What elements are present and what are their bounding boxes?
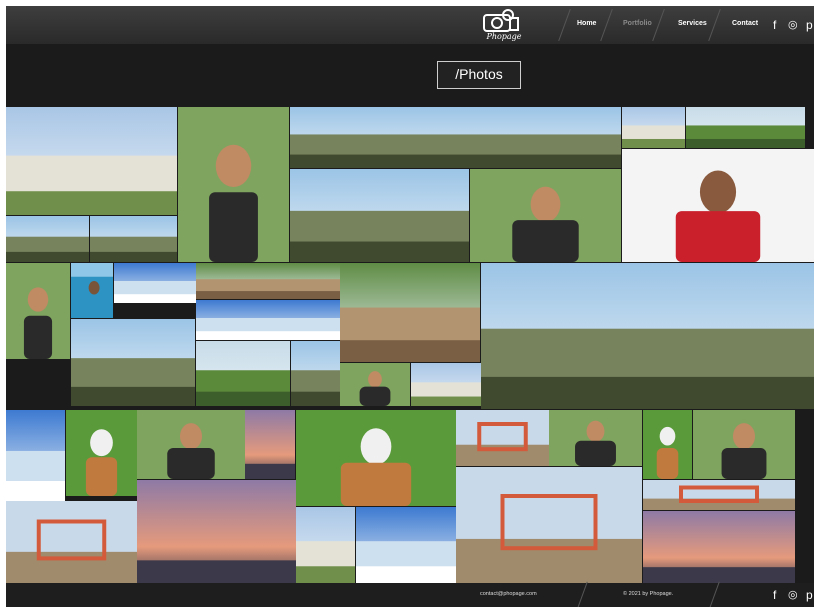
photo-girl-glasses[interactable]	[622, 149, 814, 262]
photo-resort-pool-building[interactable]	[296, 507, 355, 583]
photo-man-sun-burst[interactable]	[356, 507, 456, 583]
nav-divider	[708, 8, 721, 42]
site-footer: contact@phopage.com © 2021 by Phopage. f…	[6, 581, 814, 607]
photo-aerial-intersection[interactable]	[290, 169, 469, 262]
photo-swing-set[interactable]	[643, 480, 795, 510]
photo-aerial-shopping-plaza[interactable]	[481, 263, 814, 409]
photo-man-basketball-court[interactable]	[137, 410, 245, 479]
photo-man-pool-edge[interactable]	[71, 263, 113, 318]
footer-email[interactable]: contact@phopage.com	[480, 591, 537, 597]
photo-man-stairs[interactable]	[340, 363, 410, 406]
photo-boardwalk-large[interactable]	[340, 263, 480, 362]
photo-apartment-complex[interactable]	[6, 107, 177, 215]
photo-sunset-road[interactable]	[643, 511, 795, 583]
photo-aerial-wide-town[interactable]	[71, 319, 195, 406]
photo-bulldog-field[interactable]	[643, 410, 692, 479]
photo-bulldog-grass[interactable]	[66, 410, 137, 496]
footer-pinterest-icon[interactable]: p	[806, 588, 813, 602]
photo-sunset-neighborhood[interactable]	[245, 410, 295, 479]
photo-sky-horizon[interactable]	[196, 300, 340, 340]
page-title: /Photos	[437, 61, 521, 89]
footer-divider	[709, 581, 720, 607]
footer-facebook-icon[interactable]: f	[773, 588, 776, 602]
photo-aerial-highway-panorama[interactable]	[290, 107, 621, 168]
photo-collage	[6, 107, 814, 583]
photo-aerial-curved-road[interactable]	[686, 107, 805, 148]
photo-cloudy-sky[interactable]	[6, 410, 65, 501]
photo-park-playground[interactable]	[6, 501, 137, 583]
nav-services[interactable]: Services	[678, 20, 707, 27]
site-header: Phopage Home Portfolio Services Contact …	[6, 6, 814, 44]
photo-boardwalk-tropical[interactable]	[196, 263, 340, 299]
photo-blue-sky-clouds[interactable]	[114, 263, 196, 303]
photo-man-basketball-sitting[interactable]	[6, 263, 70, 359]
page-frame: Phopage Home Portfolio Services Contact …	[6, 6, 814, 607]
photo-aerial-city-small[interactable]	[90, 216, 177, 262]
photo-playground-sculpture[interactable]	[456, 410, 549, 466]
logo-text: Phopage	[486, 32, 522, 41]
instagram-icon[interactable]: ◎	[788, 18, 798, 31]
photo-sunset-houses[interactable]	[137, 480, 296, 583]
pinterest-icon[interactable]: p	[806, 18, 813, 32]
photo-playground-blue-roof[interactable]	[456, 467, 642, 583]
facebook-icon[interactable]: f	[773, 18, 776, 32]
photo-dog-grass-small[interactable]	[296, 410, 456, 506]
photo-man-sunglasses-field[interactable]	[470, 169, 621, 262]
footer-instagram-icon[interactable]: ◎	[788, 588, 798, 601]
nav-home[interactable]: Home	[577, 20, 596, 27]
photo-white-house[interactable]	[411, 363, 481, 406]
footer-divider	[577, 581, 588, 607]
nav-contact[interactable]: Contact	[732, 20, 758, 27]
photo-man-basketball-jump[interactable]	[549, 410, 642, 466]
nav-divider	[558, 8, 571, 42]
nav-divider	[600, 8, 613, 42]
photo-apartment-building-small[interactable]	[622, 107, 685, 148]
nav-divider	[652, 8, 665, 42]
photo-aerial-road-clouds[interactable]	[291, 341, 340, 406]
photo-aerial-town-green[interactable]	[196, 341, 290, 406]
footer-copyright: © 2021 by Phopage.	[623, 591, 674, 597]
photo-boxer-man[interactable]	[178, 107, 289, 262]
photo-aerial-lake-left[interactable]	[6, 216, 89, 262]
nav-portfolio[interactable]: Portfolio	[623, 20, 652, 27]
photo-man-beard-portrait[interactable]	[693, 410, 795, 479]
